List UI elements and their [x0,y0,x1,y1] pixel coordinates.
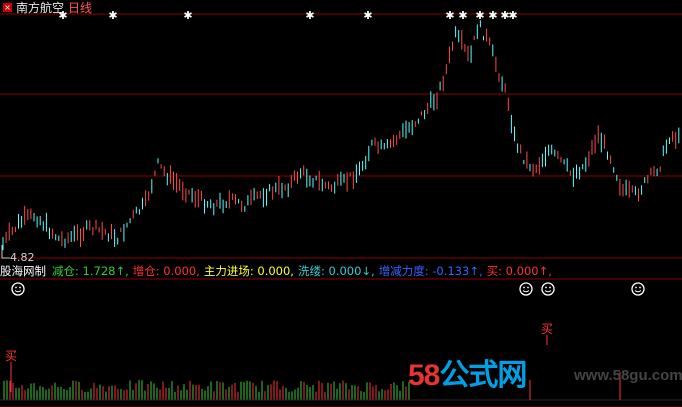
smiley-eye [15,286,17,289]
smiley-eye [19,286,21,289]
smiley-icon [11,282,25,296]
smiley-mouth [634,290,642,293]
signal-star-icon: ✱ [488,9,497,22]
indicator-name[interactable]: 股海网制 [0,263,46,279]
indicator-legend: 股海网制 减仓: 1.728↑, 增仓: 0.000, 主力进场: 0.000, 洗缕… [0,263,556,279]
smiley-eye [549,286,551,289]
signal-star-icon: ✱ [445,9,454,22]
legend-item: 主力进场: 0.000, [203,264,294,278]
smiley-eye [639,286,641,289]
chart-window: { "header": { "stock_name": "南方航空", "per… [0,0,682,407]
buy-label: 买 [541,322,553,336]
watermark-logo: 58公式网 [408,359,527,392]
signal-star-icon: ✱ [305,9,314,22]
legend-item: 洗缕: 0.000↓, [297,264,375,278]
smiley-eye [527,286,529,289]
buy-label: 买 [5,349,17,363]
chart-title: × 南方航空 日线 [3,0,92,16]
legend-item: 增减力度: -0.133↑, [378,264,483,278]
smiley-icon [631,282,645,296]
signal-star-icon: ✱ [363,9,372,22]
signal-star-icon: ✱ [458,9,467,22]
watermark-url: www.58gu.com [574,367,682,384]
smiley-mouth [522,290,530,293]
smiley-eye [635,286,637,289]
signal-star-icon: ✱ [508,9,517,22]
chart-canvas: ✱ ✱ ✱ ✱ ✱ ✱ ✱ ✱ ✱ ✱✱买买 [0,9,682,407]
legend-item: 增仓: 0.000, [132,264,200,278]
period-label[interactable]: 日线 [68,0,92,16]
signal-star-icon: ✱ [475,9,484,22]
smiley-mouth [14,290,22,293]
signal-star-icon: ✱ [183,9,192,22]
smiley-icon [541,282,555,296]
legend-item: 买: 0.000↑, [486,264,552,278]
signal-star-icon: ✱ [108,9,117,22]
smiley-eye [523,286,525,289]
stock-name: 南方航空 [16,0,65,15]
smiley-eye [545,286,547,289]
legend-item: 减仓: 1.728↑, [52,264,129,278]
smiley-icon [519,282,533,296]
smiley-mouth [544,290,552,293]
close-icon[interactable]: × [3,2,12,12]
